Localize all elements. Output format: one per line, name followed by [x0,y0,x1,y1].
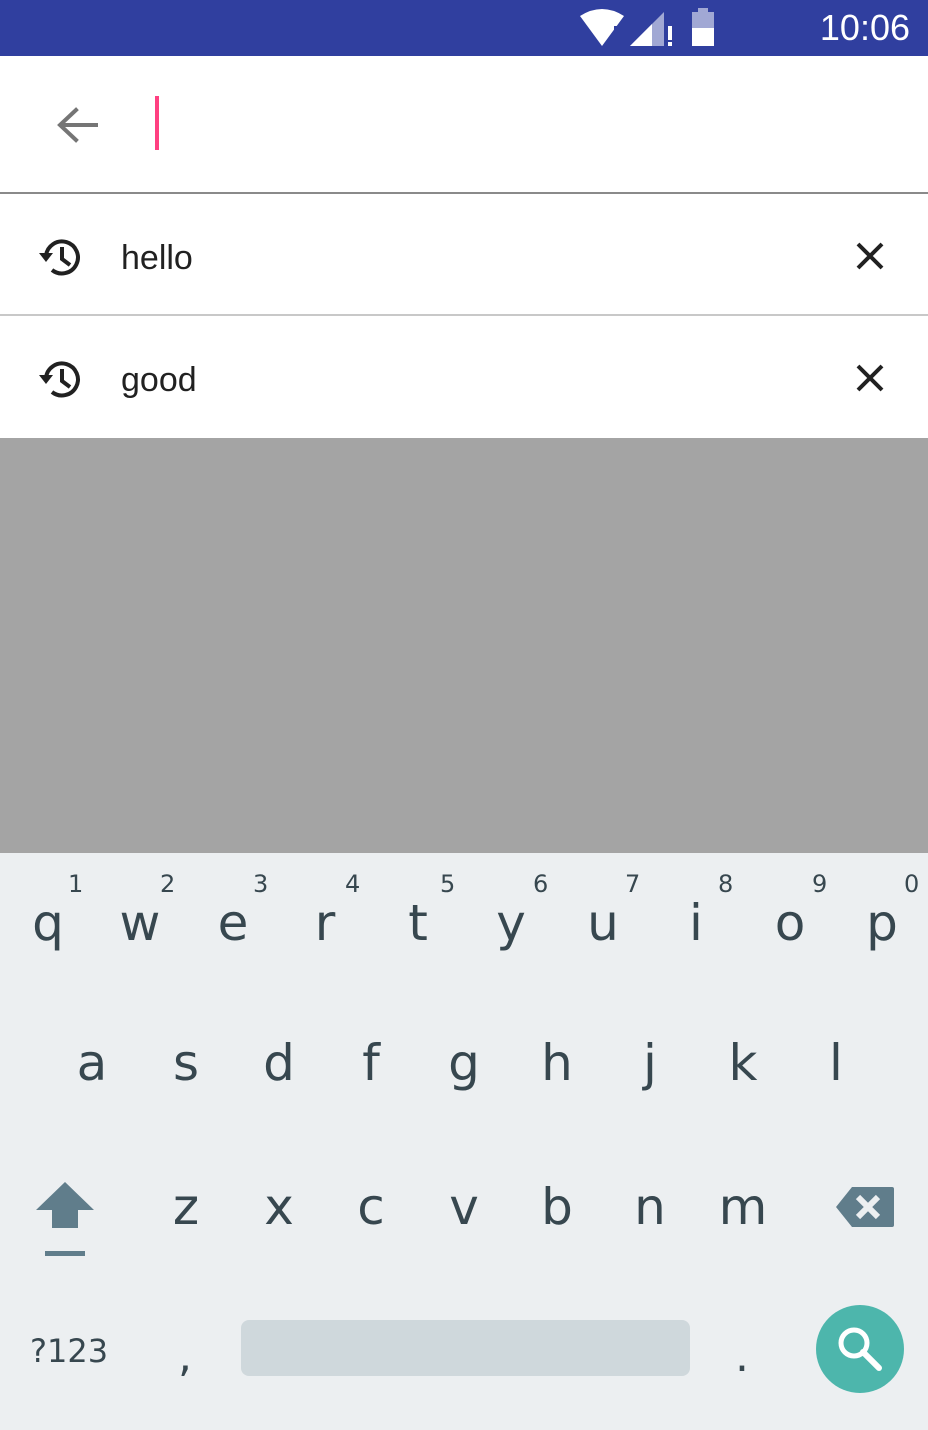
status-time: 10:06 [819,7,910,48]
status-icons [580,8,714,46]
key-char: k [728,1034,758,1092]
arrow-back-icon [57,107,98,143]
key-char: z [172,1178,200,1236]
period-key[interactable]: . [697,1305,789,1393]
key-f[interactable]: f [325,993,417,1133]
key-char: e [217,894,249,952]
space-key[interactable] [241,1320,690,1376]
key-o[interactable]: 9 o [744,853,836,993]
symbols-key[interactable]: ?123 [20,1305,120,1393]
key-char: i [689,894,703,952]
search-icon [838,1327,882,1371]
key-char: q [32,894,64,952]
key-u[interactable]: 7 u [557,853,649,993]
battery-icon [692,8,714,46]
suggestion-text: hello [121,239,193,277]
key-char: m [718,1178,768,1236]
close-icon[interactable] [846,354,894,402]
key-s[interactable]: s [140,993,232,1133]
suggestion-list: hello good [0,194,928,436]
key-r[interactable]: 4 r [279,853,371,993]
key-x[interactable]: x [233,1137,325,1277]
key-h[interactable]: h [511,993,603,1133]
key-a[interactable]: a [46,993,138,1133]
suggestion-item[interactable]: good [0,314,928,436]
key-g[interactable]: g [418,993,510,1133]
back-button[interactable] [40,88,116,164]
key-m[interactable]: m [697,1137,789,1277]
key-y[interactable]: 6 y [465,853,557,993]
comma-label: , [178,1331,192,1382]
key-char: b [541,1178,573,1236]
search-bar [0,56,928,192]
key-w[interactable]: 2 w [94,853,186,993]
key-char: h [541,1034,573,1092]
key-char: a [76,1034,108,1092]
key-i[interactable]: 8 i [650,853,742,993]
key-c[interactable]: c [325,1137,417,1277]
wifi-icon [580,9,624,46]
suggestion-text: good [121,361,197,399]
shift-key[interactable] [18,1137,112,1277]
key-char: j [643,1034,657,1092]
key-char: s [172,1034,200,1092]
key-char: x [264,1178,294,1236]
soft-keyboard: 1 q 2 w 3 e 4 r 5 t 6 y 7 u 8 i 9 o 0 p … [0,853,928,1430]
key-char: g [448,1034,480,1092]
backspace-icon [836,1187,894,1227]
backspace-key[interactable] [820,1137,912,1277]
key-b[interactable]: b [511,1137,603,1277]
key-l[interactable]: l [790,993,882,1133]
key-j[interactable]: j [604,993,696,1133]
signal-icon [630,12,672,46]
search-input[interactable] [150,92,854,158]
symbols-label: ?123 [30,1332,109,1370]
period-label: . [735,1331,749,1382]
comma-key[interactable]: , [140,1305,232,1393]
key-char: r [314,894,336,952]
key-char: l [829,1034,843,1092]
key-k[interactable]: k [697,993,789,1133]
key-q[interactable]: 1 q [2,853,94,993]
key-t[interactable]: 5 t [372,853,464,993]
key-char: t [408,894,428,952]
key-char: y [496,894,526,952]
key-n[interactable]: n [604,1137,696,1277]
history-icon [39,361,80,398]
key-d[interactable]: d [233,993,325,1133]
key-p[interactable]: 0 p [836,853,928,993]
key-char: c [357,1178,385,1236]
shift-icon [36,1182,94,1256]
key-char: w [119,894,161,952]
search-key[interactable] [816,1305,904,1393]
key-char: d [263,1034,295,1092]
history-icon [39,239,80,276]
suggestion-item[interactable]: hello [0,194,928,314]
content-scrim[interactable] [0,438,928,853]
key-char: n [634,1178,666,1236]
text-cursor [155,96,159,150]
key-char: u [587,894,619,952]
key-char: v [449,1178,479,1236]
key-char: f [362,1034,380,1092]
key-char: p [866,894,898,952]
status-bar: 10:06 [0,0,928,56]
key-e[interactable]: 3 e [187,853,279,993]
key-z[interactable]: z [140,1137,232,1277]
key-char: o [774,894,806,952]
key-v[interactable]: v [418,1137,510,1277]
close-icon[interactable] [846,232,894,280]
